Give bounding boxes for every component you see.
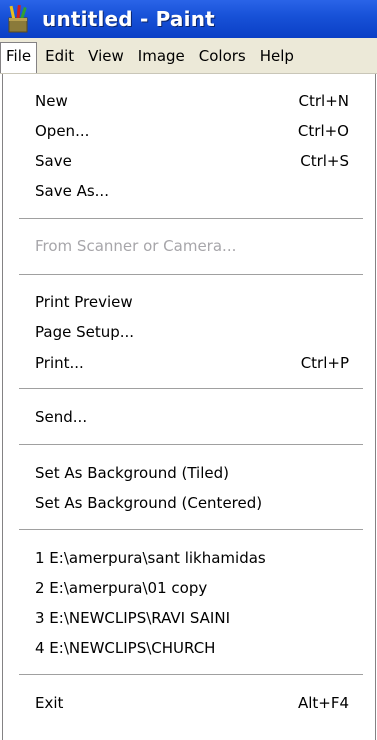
menu-separator (19, 674, 363, 676)
file-menu-dropdown: New Ctrl+N Open... Ctrl+O Save Ctrl+S Sa… (2, 74, 376, 740)
menu-item-shortcut: Alt+F4 (297, 694, 349, 712)
menu-item-save[interactable]: Save Ctrl+S (3, 146, 375, 176)
menu-item-label: Open... (35, 122, 90, 140)
menu-item-label: New (35, 92, 68, 110)
menu-item-label: Exit (35, 694, 64, 712)
menu-item-shortcut: Ctrl+S (300, 152, 349, 170)
recent-file-item[interactable]: 2 E:\amerpura\01 copy (3, 573, 375, 603)
title-bar[interactable]: untitled - Paint (0, 0, 377, 38)
menu-view[interactable]: View (82, 42, 130, 70)
menu-item-shortcut: Ctrl+P (300, 354, 349, 372)
menu-item-label: Print... (35, 354, 84, 372)
recent-file-label: 2 E:\amerpura\01 copy (35, 579, 208, 597)
recent-file-label: 4 E:\NEWCLIPS\CHURCH (35, 639, 216, 657)
menu-item-new[interactable]: New Ctrl+N (3, 86, 375, 116)
recent-file-label: 1 E:\amerpura\sant likhamidas (35, 549, 266, 567)
menu-separator (19, 529, 363, 531)
menu-item-label: Page Setup... (35, 323, 135, 341)
menu-file[interactable]: File (0, 42, 38, 73)
recent-file-label: 3 E:\NEWCLIPS\RAVI SAINI (35, 609, 230, 627)
menu-item-exit[interactable]: Exit Alt+F4 (3, 688, 375, 718)
menu-item-page-setup[interactable]: Page Setup... (3, 317, 375, 347)
menu-separator (19, 444, 363, 446)
menu-separator (19, 218, 363, 220)
recent-file-item[interactable]: 3 E:\NEWCLIPS\RAVI SAINI (3, 603, 375, 633)
menu-item-set-background-tiled[interactable]: Set As Background (Tiled) (3, 458, 375, 488)
menu-item-label: Save (35, 152, 72, 170)
menu-item-open[interactable]: Open... Ctrl+O (3, 116, 375, 146)
recent-file-item[interactable]: 1 E:\amerpura\sant likhamidas (3, 543, 375, 573)
window-title: untitled - Paint (42, 7, 215, 31)
menu-item-set-background-centered[interactable]: Set As Background (Centered) (3, 488, 375, 518)
menu-separator (19, 274, 363, 276)
menu-separator (19, 388, 363, 390)
paint-app-icon[interactable] (6, 4, 34, 34)
menu-image[interactable]: Image (132, 42, 191, 70)
menu-colors[interactable]: Colors (193, 42, 252, 70)
menu-item-print-preview[interactable]: Print Preview (3, 287, 375, 317)
menu-item-print[interactable]: Print... Ctrl+P (3, 348, 375, 378)
menu-help[interactable]: Help (254, 42, 300, 70)
menu-item-label: Set As Background (Centered) (35, 494, 263, 512)
menu-bar: File Edit View Image Colors Help (0, 38, 377, 74)
menu-item-label: Send... (35, 408, 88, 426)
menu-edit[interactable]: Edit (39, 42, 80, 70)
menu-item-label: Print Preview (35, 293, 133, 311)
recent-file-item[interactable]: 4 E:\NEWCLIPS\CHURCH (3, 633, 375, 663)
menu-item-label: Set As Background (Tiled) (35, 464, 229, 482)
menu-item-shortcut: Ctrl+O (297, 122, 349, 140)
menu-item-save-as[interactable]: Save As... (3, 176, 375, 206)
menu-item-label: From Scanner or Camera... (35, 237, 237, 255)
menu-item-from-scanner: From Scanner or Camera... (3, 231, 375, 261)
menu-item-shortcut: Ctrl+N (298, 92, 349, 110)
menu-item-send[interactable]: Send... (3, 402, 375, 432)
menu-item-label: Save As... (35, 182, 109, 200)
